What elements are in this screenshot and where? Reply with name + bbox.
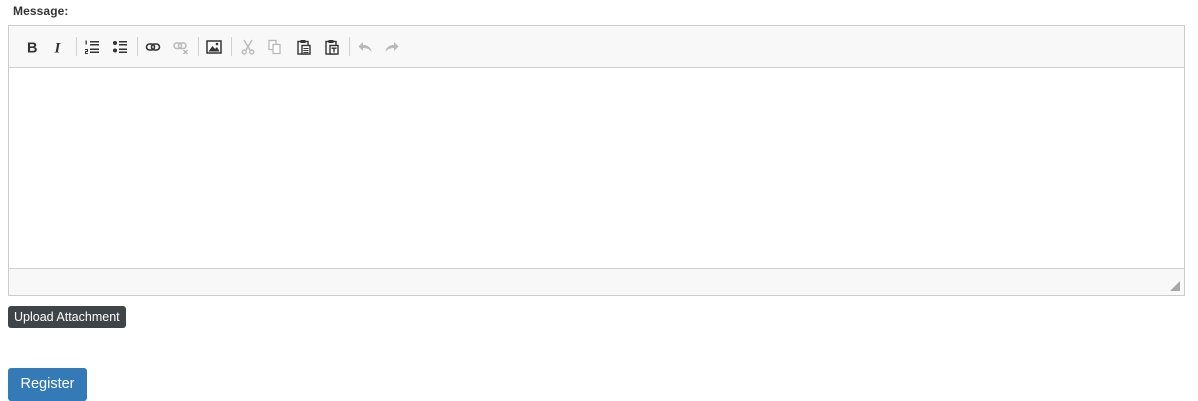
bold-button[interactable]: B [20,35,44,59]
message-label: Message: [13,4,69,18]
unlink-icon [173,42,189,55]
paste-text-button[interactable] [320,35,344,59]
editor-statusbar [9,268,1184,295]
upload-attachment-button[interactable]: Upload Attachment [8,306,126,328]
italic-button[interactable]: I [46,35,70,59]
image-icon [206,40,222,54]
toolbar-separator [231,37,232,56]
link-button[interactable] [141,35,165,59]
bold-glyph: B [27,41,37,56]
copy-icon [268,39,281,55]
redo-button[interactable] [380,35,404,59]
bulleted-list-button[interactable] [108,35,132,59]
numbered-list-button[interactable] [80,35,104,59]
register-button[interactable]: Register [8,368,87,401]
bold-icon: B [27,41,37,56]
toolbar-separator [137,37,138,56]
rich-text-editor: B I [8,25,1185,296]
redo-icon [385,42,399,52]
cut-button[interactable] [236,35,260,59]
italic-glyph: I [54,41,62,56]
italic-icon: I [54,41,62,56]
paste-button[interactable] [292,35,316,59]
toolbar-separator [76,37,77,56]
editor-content-area[interactable] [9,68,1184,268]
cut-icon [241,39,255,55]
undo-button[interactable] [353,35,377,59]
editor-toolbar: B I [9,26,1184,68]
paste-text-icon [325,40,339,55]
link-icon [145,43,161,51]
paste-icon [297,40,311,55]
resize-handle-icon[interactable] [1170,281,1180,291]
toolbar-separator [198,37,199,56]
undo-icon [358,42,372,52]
unlink-button[interactable] [169,35,193,59]
numbered-list-icon [85,40,99,54]
image-button[interactable] [202,35,226,59]
registration-form: Message: B I Upload Attachment Register [0,0,1198,401]
bulleted-list-icon [113,41,127,53]
copy-button[interactable] [263,35,287,59]
toolbar-separator [349,37,350,56]
